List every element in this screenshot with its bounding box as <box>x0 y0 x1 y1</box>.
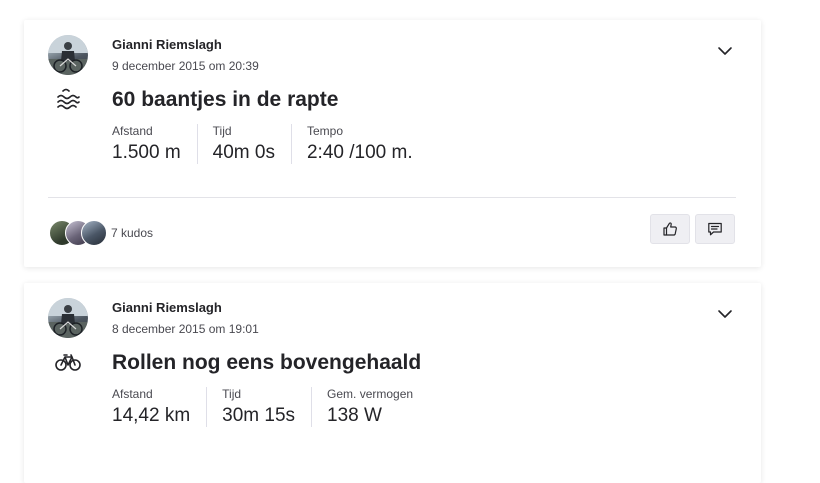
stat-value: 40m 0s <box>212 142 275 163</box>
chevron-down-icon[interactable] <box>716 42 734 60</box>
athlete-name[interactable]: Gianni Riemslagh <box>112 300 222 315</box>
stat-label: Tijd <box>212 124 232 138</box>
chevron-down-icon[interactable] <box>716 305 734 323</box>
comment-button[interactable] <box>695 214 735 244</box>
activity-stats: Afstand 14,42 km Tijd 30m 15s Gem. vermo… <box>112 387 429 427</box>
activity-title[interactable]: 60 baantjes in de rapte <box>112 88 338 112</box>
athlete-avatar[interactable] <box>48 298 88 338</box>
kudo-avatar[interactable] <box>81 220 107 246</box>
stat-label: Afstand <box>112 124 153 138</box>
stat-label: Gem. vermogen <box>327 387 414 401</box>
comment-icon <box>708 222 722 236</box>
stat-value: 30m 15s <box>222 405 296 426</box>
stat-time: Tijd 40m 0s <box>196 124 291 164</box>
stat-value: 2:40 /100 m. <box>306 142 413 163</box>
athlete-photo-icon <box>48 298 88 338</box>
activity-title[interactable]: Rollen nog eens bovengehaald <box>112 351 421 375</box>
kudo-button[interactable] <box>650 214 690 244</box>
activity-date: 9 december 2015 om 20:39 <box>112 59 259 73</box>
thumbs-up-icon <box>663 222 677 236</box>
athlete-photo-icon <box>48 35 88 75</box>
bike-icon <box>54 351 82 373</box>
stat-power: Gem. vermogen 138 W <box>311 387 429 427</box>
stat-distance: Afstand 1.500 m <box>112 124 197 164</box>
kudos-avatars[interactable] <box>49 220 107 246</box>
stat-value: 138 W <box>327 405 382 426</box>
athlete-name[interactable]: Gianni Riemslagh <box>112 37 222 52</box>
swim-icon <box>54 88 82 110</box>
stat-label: Tijd <box>222 387 242 401</box>
stat-value: 14,42 km <box>112 405 191 426</box>
activity-card: Gianni Riemslagh 8 december 2015 om 19:0… <box>24 283 761 483</box>
activity-card: Gianni Riemslagh 9 december 2015 om 20:3… <box>24 20 761 267</box>
stat-label: Tempo <box>306 124 343 138</box>
activity-stats: Afstand 1.500 m Tijd 40m 0s Tempo 2:40 /… <box>112 124 429 164</box>
athlete-avatar[interactable] <box>48 35 88 75</box>
stat-time: Tijd 30m 15s <box>206 387 311 427</box>
activity-date: 8 december 2015 om 19:01 <box>112 322 259 336</box>
stat-value: 1.500 m <box>112 142 181 163</box>
stat-label: Afstand <box>112 387 153 401</box>
card-divider <box>48 197 736 198</box>
kudos-count[interactable]: 7 kudos <box>111 226 153 240</box>
stat-distance: Afstand 14,42 km <box>112 387 206 427</box>
stat-pace: Tempo 2:40 /100 m. <box>290 124 429 164</box>
